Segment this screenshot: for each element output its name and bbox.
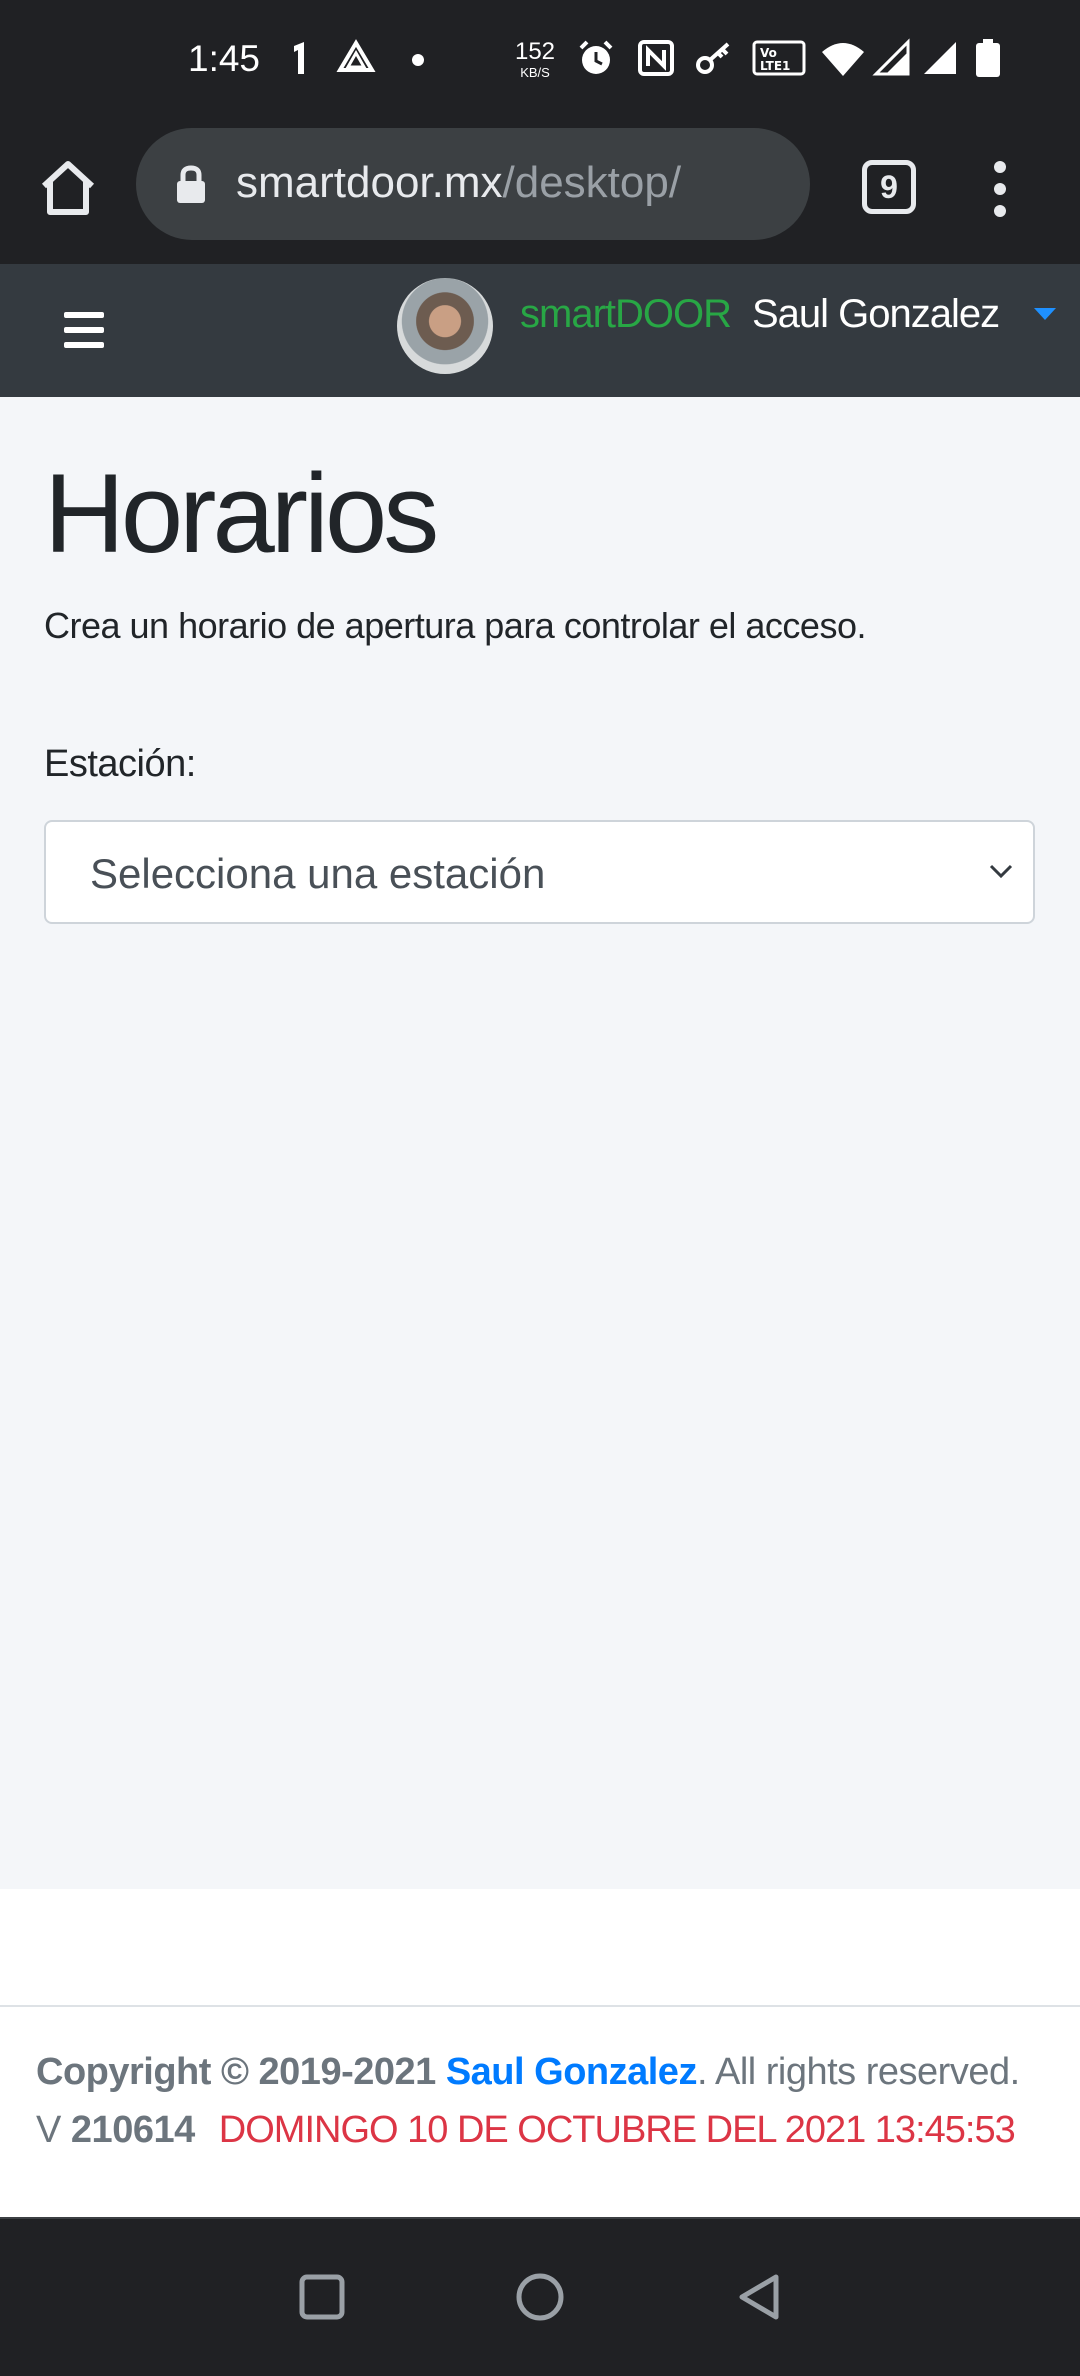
url-host: smartdoor.mx [236, 158, 503, 207]
notification-icon [280, 38, 320, 78]
chevron-down-icon [987, 860, 1015, 882]
system-navigation-bar [0, 2217, 1080, 2376]
url-path: /desktop/ [502, 158, 682, 207]
version-line: V 210614 DOMINGO 10 DE OCTUBRE DEL 2021 … [36, 2109, 1016, 2152]
footer-datetime: DOMINGO 10 DE OCTUBRE DEL 2021 13:45:53 [218, 2109, 1016, 2151]
author-link[interactable]: Saul Gonzalez [446, 2051, 698, 2093]
address-bar[interactable]: smartdoor.mx/desktop/ [136, 128, 810, 240]
net-speed-value: 152 [514, 38, 556, 65]
dot-icon [398, 38, 438, 78]
app-navbar: smartDOOR Saul Gonzalez [0, 264, 1080, 397]
user-name[interactable]: Saul Gonzalez [752, 292, 1000, 337]
key-icon [694, 38, 734, 78]
station-label: Estación: [44, 743, 196, 785]
brand-name[interactable]: smartDOOR [520, 292, 732, 337]
page-subtitle: Crea un horario de apertura para control… [44, 605, 866, 646]
drive-icon [336, 38, 376, 78]
copyright-line: Copyright © 2019-2021 Saul Gonzalez. All… [36, 2051, 1020, 2094]
home-circle-icon[interactable] [514, 2271, 566, 2323]
station-select-placeholder: Selecciona una estación [90, 850, 546, 897]
version-number: 210614 [70, 2109, 195, 2151]
signal-icon [872, 38, 912, 78]
copyright-prefix: Copyright © 2019-2021 [36, 2051, 446, 2093]
footer-spacer [0, 1889, 1080, 2005]
nfc-icon [636, 38, 676, 78]
wifi-icon [820, 38, 866, 78]
signal-icon [920, 38, 960, 78]
status-time: 1:45 [188, 38, 261, 79]
home-icon[interactable] [36, 156, 100, 220]
station-select[interactable]: Selecciona una estación [44, 820, 1035, 924]
status-bar: 1:45 152 KB/S Vo LTE1 [0, 0, 1080, 124]
recents-icon[interactable] [296, 2271, 348, 2323]
volte-icon: Vo LTE1 [752, 38, 806, 78]
user-dropdown-caret-icon[interactable] [1034, 308, 1056, 320]
main-content: Horarios Crea un horario de apertura par… [0, 397, 1080, 1889]
version-label: V [36, 2109, 61, 2151]
battery-icon [972, 38, 1004, 78]
hamburger-menu-icon[interactable] [64, 312, 104, 348]
svg-text:Vo: Vo [760, 46, 777, 60]
footer: Copyright © 2019-2021 Saul Gonzalez. All… [0, 2005, 1080, 2217]
page-title: Horarios [44, 451, 439, 576]
net-speed: 152 KB/S [512, 38, 558, 80]
net-speed-unit: KB/S [520, 65, 550, 80]
url-text: smartdoor.mx/desktop/ [236, 158, 681, 208]
back-icon[interactable] [734, 2271, 786, 2323]
tab-switcher-button[interactable]: 9 [862, 160, 916, 214]
more-options-icon[interactable] [982, 160, 1018, 218]
avatar[interactable] [397, 278, 493, 374]
alarm-icon [576, 38, 616, 78]
lock-icon [174, 164, 208, 204]
svg-text:LTE1: LTE1 [760, 59, 790, 73]
rights-text: . All rights reserved. [696, 2051, 1020, 2093]
browser-toolbar: smartdoor.mx/desktop/ 9 [0, 124, 1080, 264]
